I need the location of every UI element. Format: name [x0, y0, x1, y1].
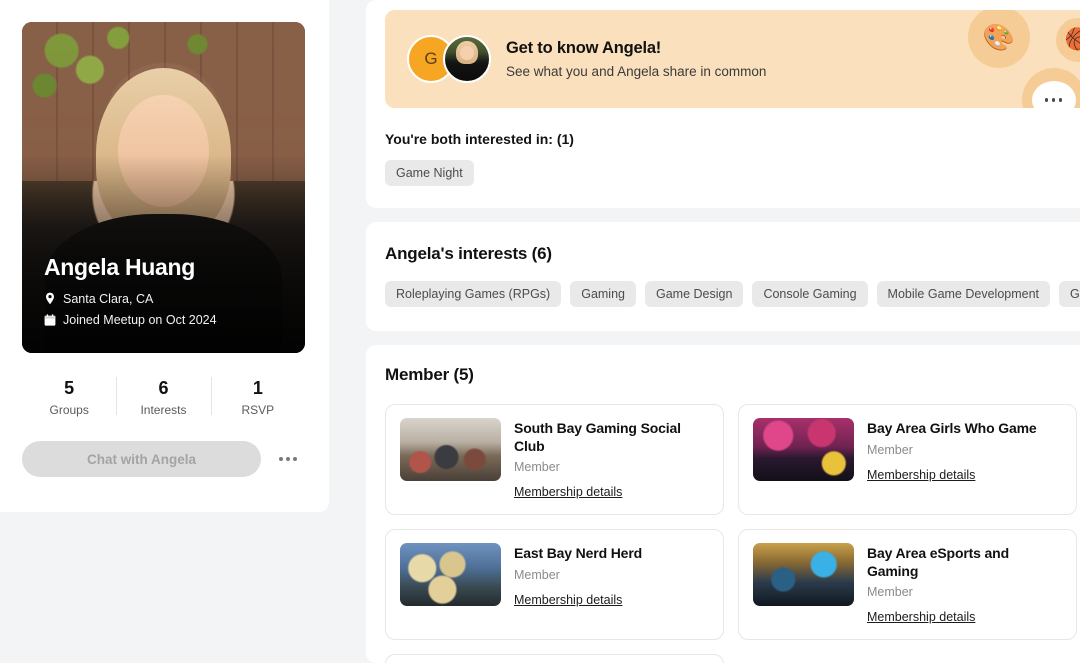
group-info: Bay Area Girls Who Game Member Membershi… — [867, 418, 1037, 484]
mutual-interests-tags: Game Night — [385, 160, 1080, 186]
banner-avatar-group: G — [407, 35, 491, 83]
mutual-interests-label: You're both interested in: (1) — [385, 131, 574, 147]
banner-decorations: 🎨 🏀 — [948, 10, 1080, 108]
interests-tag-list: Roleplaying Games (RPGs) Gaming Game Des… — [385, 281, 1080, 307]
banner-subtitle: See what you and Angela share in common — [506, 64, 767, 79]
banner-text: Get to know Angela! See what you and Ang… — [506, 39, 766, 79]
stat-rsvp-label: RSVP — [241, 403, 275, 418]
group-card[interactable]: South Bay Gaming Social Club Member Memb… — [385, 404, 724, 515]
stat-groups-label: Groups — [49, 403, 89, 418]
palette-icon: 🎨 — [967, 10, 1030, 68]
profile-hero-card: Angela Huang Santa Clara, CA Joined Meet… — [22, 22, 305, 353]
interest-tag[interactable]: Game Design — [645, 281, 744, 307]
profile-location-row: Santa Clara, CA — [44, 290, 289, 309]
member-section-title: Member (5) — [385, 365, 474, 384]
profile-sidebar: Angela Huang Santa Clara, CA Joined Meet… — [0, 0, 329, 512]
group-role: Member — [514, 460, 560, 474]
group-info: South Bay Gaming Social Club Member Memb… — [514, 418, 709, 501]
group-thumbnail — [400, 543, 501, 606]
profile-actions: Chat with Angela — [22, 441, 305, 478]
interest-tag[interactable]: Game Night — [385, 160, 474, 186]
interest-tag[interactable]: Game Night — [1059, 281, 1080, 307]
basketball-icon: 🏀 — [1055, 18, 1080, 62]
interest-tag[interactable]: Mobile Game Development — [876, 281, 1051, 307]
group-name: Bay Area Girls Who Game — [867, 420, 1037, 436]
stat-interests-value: 6 — [158, 378, 169, 398]
location-pin-icon — [44, 292, 56, 305]
get-to-know-banner[interactable]: G Get to know Angela! See what you and A… — [385, 10, 1080, 108]
group-thumbnail — [753, 543, 854, 606]
profile-location-text: Santa Clara, CA — [63, 291, 154, 306]
membership-details-link[interactable]: Membership details — [514, 485, 622, 499]
profile-overlay-info: Angela Huang Santa Clara, CA Joined Meet… — [44, 254, 289, 333]
member-groups-grid: South Bay Gaming Social Club Member Memb… — [385, 404, 1080, 663]
stat-rsvp[interactable]: 1 RSVP — [210, 373, 305, 419]
group-role: Member — [867, 585, 913, 599]
bubble-dots — [1031, 81, 1076, 108]
group-name: East Bay Nerd Herd — [514, 545, 643, 561]
group-card[interactable]: East Bay Nerd Herd Member Membership det… — [385, 529, 724, 640]
banner-title: Get to know Angela! — [506, 39, 662, 57]
more-options-icon[interactable] — [271, 442, 305, 476]
stat-interests-label: Interests — [140, 403, 187, 418]
membership-details-link[interactable]: Membership details — [867, 610, 975, 624]
interests-title: Angela's interests (6) — [385, 244, 552, 263]
group-thumbnail — [753, 418, 854, 481]
group-card[interactable]: Bay Area Girls Who Game Member Membershi… — [738, 404, 1077, 515]
group-card[interactable]: Bay Area Anime and Gaming Member Members… — [385, 654, 724, 663]
interest-tag[interactable]: Roleplaying Games (RPGs) — [385, 281, 562, 307]
profile-joined-text: Joined Meetup on Oct 2024 — [63, 313, 217, 328]
stat-rsvp-value: 1 — [252, 378, 263, 398]
dot — [1044, 98, 1049, 102]
interests-panel: Angela's interests (6) Roleplaying Games… — [366, 222, 1080, 331]
group-role: Member — [514, 567, 560, 582]
group-name: Bay Area eSports and Gaming — [867, 545, 1009, 579]
group-role: Member — [867, 442, 913, 457]
chat-with-angela-button[interactable]: Chat with Angela — [22, 441, 261, 478]
profile-name: Angela Huang — [44, 254, 196, 281]
interest-tag[interactable]: Console Gaming — [752, 281, 868, 307]
group-info: Bay Area eSports and Gaming Member Membe… — [867, 543, 1062, 626]
dot — [293, 457, 297, 462]
dot — [1051, 98, 1056, 102]
dot — [1058, 98, 1063, 102]
speech-bubble-icon — [1021, 68, 1080, 108]
angela-avatar — [443, 35, 491, 83]
member-groups-panel: Member (5) South Bay Gaming Social Club … — [366, 345, 1080, 663]
membership-details-link[interactable]: Membership details — [514, 593, 622, 607]
group-thumbnail — [400, 418, 501, 481]
membership-details-link[interactable]: Membership details — [867, 468, 975, 482]
get-to-know-panel: G Get to know Angela! See what you and A… — [366, 0, 1080, 208]
profile-page: Angela Huang Santa Clara, CA Joined Meet… — [0, 0, 1080, 663]
group-card[interactable]: Bay Area eSports and Gaming Member Membe… — [738, 529, 1077, 640]
dot — [286, 457, 290, 462]
stat-groups-value: 5 — [64, 378, 75, 398]
profile-stats: 5 Groups 6 Interests 1 RSVP — [22, 373, 305, 419]
calendar-icon — [44, 314, 56, 327]
stat-groups[interactable]: 5 Groups — [22, 373, 116, 419]
profile-content: G Get to know Angela! See what you and A… — [329, 0, 1080, 663]
group-name: South Bay Gaming Social Club — [514, 420, 681, 454]
profile-joined-row: Joined Meetup on Oct 2024 — [44, 311, 289, 330]
group-info: East Bay Nerd Herd Member Membership det… — [514, 543, 642, 609]
dot — [279, 457, 283, 462]
stat-interests[interactable]: 6 Interests — [116, 373, 210, 419]
interest-tag[interactable]: Gaming — [570, 281, 636, 307]
